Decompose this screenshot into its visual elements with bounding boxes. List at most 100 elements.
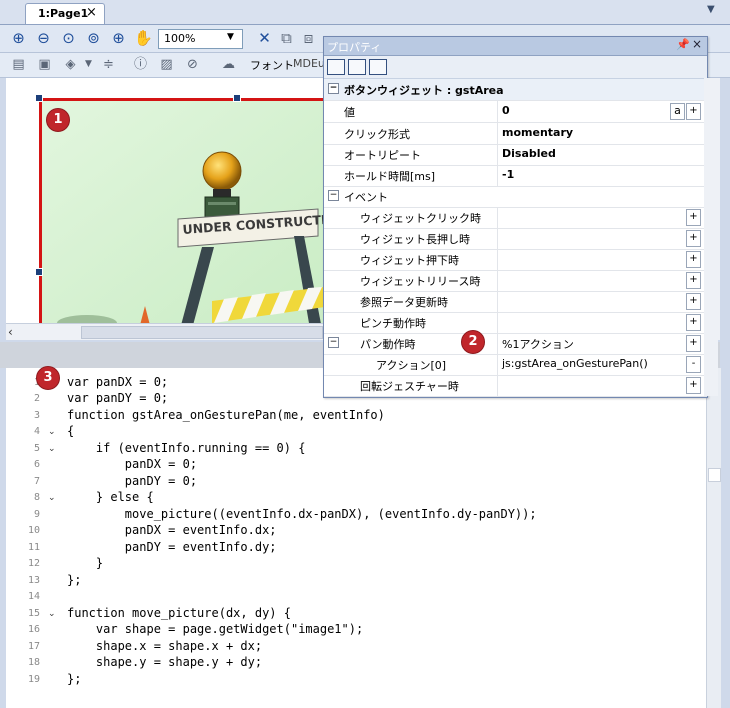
add-action-button[interactable]: + — [686, 377, 701, 394]
code-line: } else { — [67, 490, 154, 504]
property-row[interactable]: クリック形式 momentary — [324, 123, 707, 145]
add-action-button[interactable]: + — [686, 251, 701, 268]
script-editor[interactable]: 1 2 3 4 5 6 7 8 9 10 11 12 13 14 15 16 1… — [6, 366, 706, 708]
gst-area-widget[interactable]: UNDER CONSTRUCTION — [39, 98, 324, 326]
line-number: 2 — [33, 393, 40, 404]
close-icon[interactable]: × — [692, 37, 702, 51]
line-number: 18 — [27, 657, 40, 668]
zoom-fit-icon[interactable]: ⊙ — [60, 30, 77, 47]
scroll-thumb[interactable] — [708, 468, 721, 482]
line-icon[interactable]: ≑ — [100, 56, 117, 73]
scroll-left-icon[interactable]: ‹ — [8, 325, 13, 339]
remove-action-button[interactable]: - — [686, 356, 701, 373]
chevron-down-icon[interactable]: ▼ — [80, 56, 97, 73]
tab-list-dropdown-icon[interactable]: ▼ — [707, 4, 715, 15]
property-name: オートリピート — [344, 149, 421, 162]
editor-vertical-scrollbar[interactable] — [706, 368, 721, 708]
collapse-icon[interactable]: − — [328, 337, 339, 348]
fold-chevron-icon[interactable]: ⌄ — [48, 609, 56, 619]
event-row[interactable]: 参照データ更新時 + — [324, 291, 707, 313]
resize-handle[interactable] — [35, 268, 43, 276]
tab-page1[interactable]: 1:Page1 × — [25, 3, 105, 24]
line-number: 13 — [27, 575, 40, 586]
line-number: 12 — [27, 558, 40, 569]
property-value[interactable]: Disabled — [502, 147, 556, 160]
callout-marker-3: 3 — [36, 366, 60, 390]
event-name: 参照データ更新時 — [360, 296, 448, 309]
zoom-in-icon[interactable]: ⊕ — [10, 30, 27, 47]
zoom-page-icon[interactable]: ⊕ — [110, 30, 127, 47]
action-row[interactable]: アクション[0] js:gstArea_onGesturePan() - — [324, 354, 707, 376]
add-action-button[interactable]: + — [686, 293, 701, 310]
property-value[interactable]: -1 — [502, 168, 514, 181]
zoom-out-icon[interactable]: ⊖ — [35, 30, 52, 47]
property-row[interactable]: ホールド時間[ms] -1 — [324, 165, 707, 187]
code-line: panDY = 0; — [67, 474, 198, 488]
fill-icon[interactable]: ◈ — [62, 56, 79, 73]
property-panel-titlebar[interactable]: プロパティ 📌 × — [324, 37, 707, 56]
category-label: イベント — [344, 191, 388, 204]
event-name: 回転ジェスチャー時 — [360, 380, 459, 393]
collapse-icon[interactable]: − — [328, 83, 339, 94]
copy-icon[interactable]: ⧉ — [278, 30, 295, 47]
zoom-width-icon[interactable]: ⊚ — [85, 30, 102, 47]
disable-icon[interactable]: ⊘ — [184, 56, 201, 73]
property-value[interactable]: 0 — [502, 104, 510, 117]
add-action-button[interactable]: + — [686, 230, 701, 247]
collapse-icon[interactable]: − — [328, 190, 339, 201]
property-pages-icon[interactable] — [369, 59, 387, 75]
comment-icon[interactable]: ☁ — [220, 56, 237, 73]
event-row[interactable]: ピンチ動作時 + — [324, 312, 707, 334]
event-row[interactable]: ウィジェット長押し時 + — [324, 228, 707, 250]
action-value[interactable]: js:gstArea_onGesturePan() — [502, 357, 648, 370]
canvas-horizontal-scrollbar[interactable]: ‹ — [6, 323, 324, 340]
event-row[interactable]: ウィジェット押下時 + — [324, 249, 707, 271]
event-row-pan[interactable]: − パン動作時 %1アクション + — [324, 333, 707, 355]
resize-handle[interactable] — [233, 94, 241, 102]
fold-chevron-icon[interactable]: ⌄ — [48, 444, 56, 454]
tab-close-icon[interactable]: × — [86, 5, 97, 20]
property-row[interactable]: オートリピート Disabled — [324, 144, 707, 166]
code-line: function gstArea_onGesturePan(me, eventI… — [67, 408, 385, 422]
add-action-button[interactable]: + — [686, 272, 701, 289]
line-number: 6 — [33, 459, 40, 470]
image-icon[interactable]: ▨ — [158, 56, 175, 73]
event-category-row[interactable]: − イベント — [324, 186, 707, 208]
code-line: var shape = page.getWidget("image1"); — [67, 622, 364, 636]
event-row[interactable]: 回転ジェスチャー時 + — [324, 375, 707, 397]
info-icon[interactable]: ⓘ — [132, 56, 149, 73]
delete-icon[interactable]: ✕ — [256, 30, 273, 47]
property-value[interactable]: momentary — [502, 126, 573, 139]
pin-icon[interactable]: 📌 — [676, 38, 690, 51]
line-number: 7 — [33, 476, 40, 487]
alphabetical-view-icon[interactable] — [348, 59, 366, 75]
add-action-button[interactable]: + — [686, 335, 701, 352]
add-action-button[interactable]: + — [686, 314, 701, 331]
property-panel-scrollbar[interactable] — [704, 78, 718, 396]
md-button[interactable]: MDEu — [293, 57, 325, 70]
paste-icon[interactable]: ⧈ — [300, 30, 317, 47]
align-icon[interactable]: ▤ — [10, 56, 27, 73]
document-tab-strip: 1:Page1 × ▼ — [0, 0, 730, 25]
resize-handle[interactable] — [35, 94, 43, 102]
event-value[interactable]: %1アクション — [502, 336, 574, 352]
scroll-thumb[interactable] — [81, 326, 323, 339]
event-name: ウィジェット長押し時 — [360, 233, 470, 246]
frame-icon[interactable]: ▣ — [36, 56, 53, 73]
fold-chevron-icon[interactable]: ⌄ — [48, 427, 56, 437]
font-button[interactable]: フォント — [250, 57, 294, 73]
line-number-gutter: 1 2 3 4 5 6 7 8 9 10 11 12 13 14 15 16 1… — [6, 368, 62, 708]
fold-chevron-icon[interactable]: ⌄ — [48, 493, 56, 503]
zoom-tool-icon[interactable]: ✋ — [134, 30, 153, 47]
event-name: ピンチ動作時 — [360, 317, 426, 330]
add-action-button[interactable]: + — [686, 209, 701, 226]
event-row[interactable]: ウィジェットクリック時 + — [324, 207, 707, 229]
widget-category-row[interactable]: − ボタンウィジェット : gstArea — [324, 79, 707, 101]
design-canvas[interactable]: UNDER CONSTRUCTION 1 — [6, 78, 324, 326]
categorized-view-icon[interactable] — [327, 59, 345, 75]
event-row[interactable]: ウィジェットリリース時 + — [324, 270, 707, 292]
property-row[interactable]: 値 0 a + — [324, 101, 707, 123]
zoom-select[interactable]: 100% ▼ — [158, 29, 243, 49]
add-button[interactable]: + — [686, 103, 701, 120]
text-edit-button[interactable]: a — [670, 103, 685, 120]
